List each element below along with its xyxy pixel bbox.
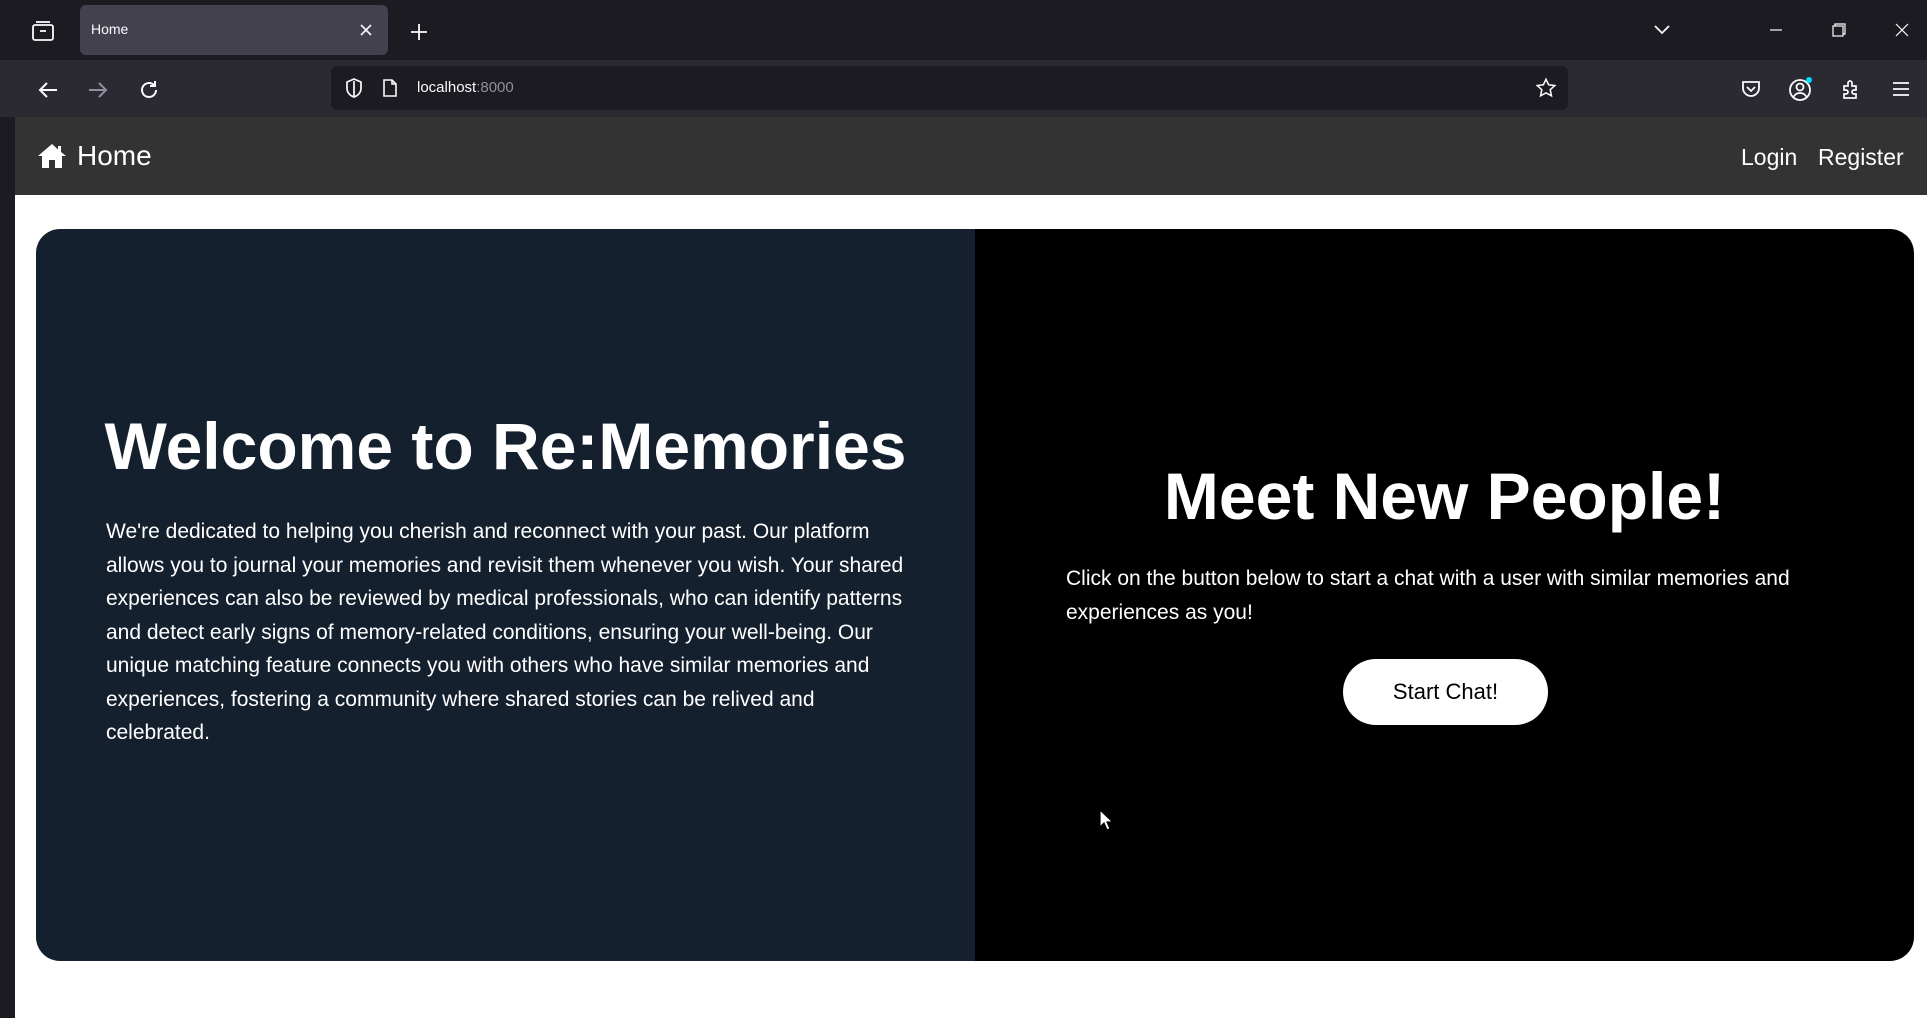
star-icon[interactable] xyxy=(1534,76,1558,100)
shield-icon[interactable] xyxy=(343,77,365,99)
url-text: localhost:8000 xyxy=(417,79,514,96)
web-page: Home Login Register Welcome to Re:Memori… xyxy=(15,117,1927,1018)
tab-title: Home xyxy=(91,21,129,37)
hero-section: Welcome to Re:Memories We're dedicated t… xyxy=(36,229,1914,961)
meet-title: Meet New People! xyxy=(1163,459,1726,533)
account-icon[interactable] xyxy=(1786,74,1816,104)
browser-toolbar: localhost:8000 xyxy=(0,60,1927,117)
welcome-description: We're dedicated to helping you cherish a… xyxy=(106,520,904,744)
pocket-icon[interactable] xyxy=(1736,74,1766,104)
minimize-icon[interactable] xyxy=(1762,16,1790,44)
window-close-icon[interactable] xyxy=(1888,16,1916,44)
welcome-title: Welcome to Re:Memories xyxy=(104,409,907,483)
login-link[interactable]: Login xyxy=(1741,144,1797,171)
url-host: localhost xyxy=(417,79,477,96)
forward-arrow-icon[interactable] xyxy=(82,74,114,106)
back-arrow-icon[interactable] xyxy=(32,74,64,106)
restore-icon[interactable] xyxy=(1825,16,1853,44)
welcome-panel: Welcome to Re:Memories We're dedicated t… xyxy=(36,229,975,961)
brand-home-link[interactable]: Home xyxy=(37,139,152,173)
address-bar[interactable]: localhost:8000 xyxy=(331,66,1568,110)
plus-icon[interactable] xyxy=(405,18,433,46)
mouse-cursor-icon xyxy=(1099,809,1113,831)
home-icon xyxy=(38,144,66,168)
meet-panel: Meet New People! Click on the button bel… xyxy=(975,229,1914,961)
brand-label: Home xyxy=(77,140,152,171)
close-icon[interactable] xyxy=(356,20,376,40)
url-port: :8000 xyxy=(476,79,514,96)
browser-tab-strip: Home xyxy=(0,0,1927,60)
page-icon xyxy=(380,77,400,99)
puzzle-icon[interactable] xyxy=(1836,74,1866,104)
meet-description: Click on the button below to start a cha… xyxy=(1066,567,1790,624)
browser-tab-home[interactable]: Home xyxy=(80,5,388,55)
site-navbar: Home Login Register xyxy=(15,117,1927,195)
hamburger-menu-icon[interactable] xyxy=(1886,74,1916,104)
start-chat-button[interactable]: Start Chat! xyxy=(1343,659,1548,725)
chevron-down-icon[interactable] xyxy=(1648,18,1676,42)
tab-list-icon[interactable] xyxy=(26,16,60,46)
register-link[interactable]: Register xyxy=(1818,144,1904,171)
reload-icon[interactable] xyxy=(133,74,165,106)
